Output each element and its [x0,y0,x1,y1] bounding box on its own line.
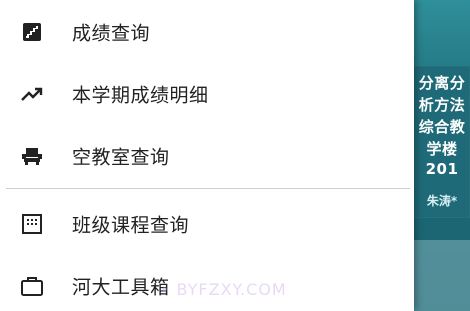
background-app-lower [408,240,470,311]
menu-item-label: 本学期成绩明细 [72,84,209,107]
briefcase-icon [20,274,44,298]
menu-item-label: 河大工具箱 [72,276,170,299]
screen: 分离分 析方法 综合教 学楼 201 朱涛* 成绩查询 本学期成绩明细 空教室查… [0,0,470,311]
stairs-grade-icon [20,20,44,44]
watermark: • BYFZXY.COM [160,280,287,299]
seat-icon [20,144,44,168]
grid-timetable-icon [20,212,44,236]
course-text-line: 分离分 [418,74,466,92]
menu-item-label: 空教室查询 [72,146,170,169]
menu-item-semester-grade-detail[interactable]: 本学期成绩明细 [0,66,414,122]
menu-item-grade-query[interactable]: 成绩查询 [0,4,414,60]
menu-divider [6,188,410,189]
course-text-line: 201 [425,160,459,178]
course-text-line: 综合教 [418,118,466,136]
menu-item-label: 成绩查询 [72,22,151,45]
trending-up-icon [20,82,44,106]
course-text-line: 学楼 [426,140,458,158]
menu-item-empty-classroom-query[interactable]: 空教室查询 [0,128,414,184]
menu-item-class-course-query[interactable]: 班级课程查询 [0,196,414,252]
course-teacher: 朱涛* [426,194,458,208]
menu-item-label: 班级课程查询 [72,214,190,237]
course-text-line: 析方法 [418,96,466,114]
navigation-drawer: 成绩查询 本学期成绩明细 空教室查询 班级课程查询 河大工具箱 • BYFZXY… [0,0,414,311]
